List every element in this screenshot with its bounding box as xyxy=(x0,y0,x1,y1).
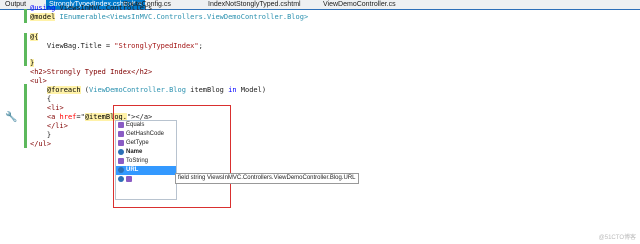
completion-item-url[interactable]: URL xyxy=(116,166,176,175)
tab-viewdemocontroller[interactable]: ViewDemoController.cs xyxy=(320,0,399,9)
completion-item-name[interactable]: Name xyxy=(116,148,176,157)
field-icon xyxy=(118,167,124,173)
code-line: <ul> xyxy=(30,77,47,85)
completion-item-gethashcode[interactable]: GetHashCode xyxy=(116,130,176,139)
code-line: @{ xyxy=(30,33,39,41)
change-marker xyxy=(24,84,27,148)
completion-item-gettype[interactable]: GetType xyxy=(116,139,176,148)
lightbulb-icon[interactable]: 🔧 xyxy=(5,112,17,123)
completion-item-equals[interactable]: Equals xyxy=(116,121,176,130)
field-icon xyxy=(118,149,124,155)
code-line: </li> xyxy=(30,122,68,130)
code-line: } xyxy=(30,59,35,67)
watermark: @51CTO博客 xyxy=(598,235,636,241)
code-line: <h2>Strongly Typed Index</h2> xyxy=(30,68,153,76)
change-marker xyxy=(24,9,27,23)
code-line: { xyxy=(30,95,52,103)
quickinfo-tooltip: field string ViewsInMVC.Controllers.View… xyxy=(175,173,359,184)
tab-output[interactable]: Output xyxy=(2,0,29,9)
intellisense-popup[interactable]: Equals GetHashCode GetType Name ToString… xyxy=(115,120,177,200)
code-line: ViewBag.Title = "StronglyTypedIndex"; xyxy=(30,42,203,50)
method-icon xyxy=(118,158,124,164)
code-line: @foreach (ViewDemoController.Blog itemBl… xyxy=(46,86,267,94)
code-line: <li> xyxy=(30,104,64,112)
method-icon xyxy=(118,122,124,128)
method-icon xyxy=(118,131,124,137)
change-marker xyxy=(24,33,27,66)
filter-method-icon[interactable] xyxy=(126,176,132,182)
method-icon xyxy=(118,140,124,146)
filter-row xyxy=(116,175,176,184)
code-line: @model IEnumerable<ViewsInMVC.Controller… xyxy=(30,13,309,21)
code-line: </ul> xyxy=(30,140,52,148)
completion-item-tostring[interactable]: ToString xyxy=(116,157,176,166)
tab-indexnotstonglytyped[interactable]: IndexNotStonglyTyped.cshtml xyxy=(205,0,304,9)
filter-field-icon[interactable] xyxy=(118,176,124,182)
code-line: @using ViewsInMVC.Controllers xyxy=(30,4,153,12)
code-line: } xyxy=(30,131,52,139)
